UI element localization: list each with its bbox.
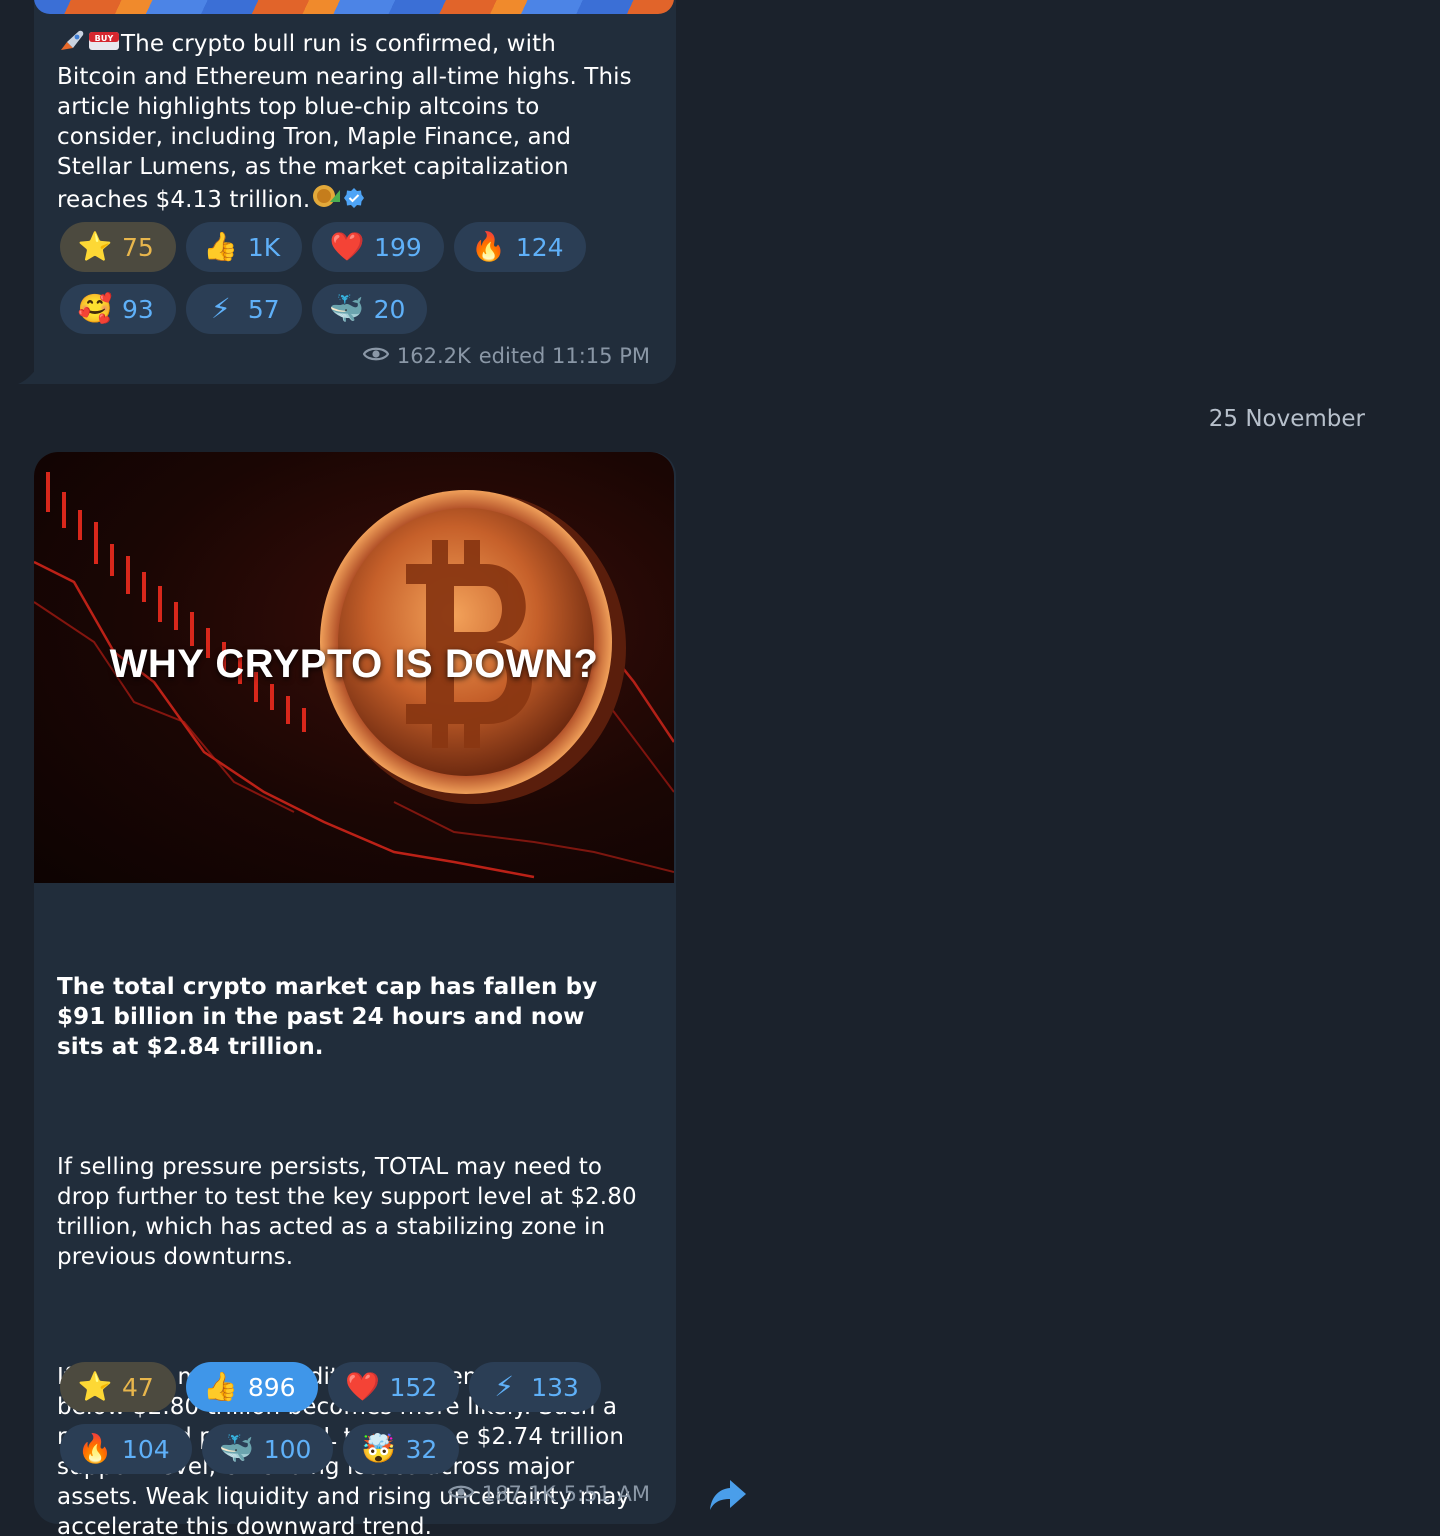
message-bubble-1[interactable]: BUY The crypto bull run is confirmed, wit… <box>34 0 676 384</box>
reactions-row: ⭐ 47 👍 896 ❤️ 152 ⚡ 133 <box>60 1362 660 1412</box>
reaction-star[interactable]: ⭐ 47 <box>60 1362 176 1412</box>
reaction-thumbs-up[interactable]: 👍 896 <box>185 1362 318 1412</box>
eye-icon <box>447 1482 475 1506</box>
rocket-icon <box>57 28 87 62</box>
reaction-count: 896 <box>247 1372 296 1402</box>
reaction-star[interactable]: ⭐ 75 <box>60 222 176 272</box>
reaction-heart[interactable]: ❤️ 199 <box>312 222 444 272</box>
reaction-count: 133 <box>531 1372 579 1402</box>
reaction-count: 124 <box>515 232 564 262</box>
reaction-count: 152 <box>389 1372 438 1402</box>
reaction-lightning[interactable]: ⚡ 133 <box>469 1362 601 1412</box>
star-icon: ⭐ <box>77 230 113 263</box>
date-separator: 25 November <box>1208 406 1365 432</box>
eye-icon <box>362 344 390 368</box>
reaction-smiling-hearts[interactable]: 🥰 93 <box>60 284 176 334</box>
message-bubble-2[interactable]: WHY CRYPTO IS DOWN? The total crypto mar… <box>34 452 676 1536</box>
message-paragraph-1: If selling pressure persists, TOTAL may … <box>57 1154 645 1270</box>
reaction-count: 93 <box>122 294 154 324</box>
reactions-row: ⭐ 75 👍 1K ❤️ 199 🔥 124 <box>60 222 660 272</box>
reaction-count: 20 <box>373 294 406 324</box>
message-meta-1: 162.2K edited 11:15 PM <box>362 344 650 368</box>
message-time: edited 11:15 PM <box>478 344 650 368</box>
heart-icon: ❤️ <box>329 230 365 263</box>
view-count: 162.2K <box>396 344 471 368</box>
reactions-2: ⭐ 47 👍 896 ❤️ 152 ⚡ 133 🔥 104 🐳 100 🤯 32 <box>60 1362 660 1486</box>
reaction-fire[interactable]: 🔥 124 <box>453 222 586 272</box>
reactions-row: 🥰 93 ⚡ 57 🐳 20 <box>60 284 660 334</box>
reaction-count: 32 <box>405 1434 438 1464</box>
whale-icon: 🐳 <box>329 292 365 325</box>
star-icon: ⭐ <box>77 1370 113 1403</box>
verified-badge-icon <box>342 186 366 218</box>
post-image[interactable]: WHY CRYPTO IS DOWN? <box>34 452 674 883</box>
reaction-exploding-head[interactable]: 🤯 32 <box>343 1424 460 1474</box>
heart-icon: ❤️ <box>345 1370 380 1403</box>
reactions-row: 🔥 104 🐳 100 🤯 32 <box>60 1424 660 1474</box>
reaction-count: 75 <box>122 232 154 262</box>
message-time: 5:51 AM <box>563 1482 650 1506</box>
chat-canvas: BUY The crypto bull run is confirmed, wit… <box>0 0 1440 1536</box>
reaction-count: 100 <box>263 1434 312 1464</box>
reaction-count: 104 <box>122 1434 170 1464</box>
image-caption: WHY CRYPTO IS DOWN? <box>109 642 599 686</box>
message-headline: The total crypto market cap has fallen b… <box>57 974 606 1060</box>
thumbs-up-icon: 👍 <box>203 230 239 263</box>
reaction-whale[interactable]: 🐳 100 <box>201 1424 334 1474</box>
reaction-count: 199 <box>374 232 422 262</box>
reaction-heart[interactable]: ❤️ 152 <box>327 1362 460 1412</box>
reaction-count: 47 <box>122 1372 154 1402</box>
smiling-face-with-hearts-icon: 🥰 <box>77 292 113 325</box>
buy-icon: BUY <box>87 28 121 62</box>
post-image-top-strip[interactable] <box>34 0 674 14</box>
thumbs-up-icon: 👍 <box>203 1370 239 1403</box>
fire-icon: 🔥 <box>471 230 507 263</box>
reactions-1: ⭐ 75 👍 1K ❤️ 199 🔥 124 🥰 93 ⚡ 57 🐳 20 <box>60 222 660 346</box>
lightning-icon: ⚡ <box>210 292 231 325</box>
reaction-count: 57 <box>247 294 280 324</box>
forward-arrow-icon <box>710 1480 746 1510</box>
svg-text:BUY: BUY <box>95 34 114 43</box>
forward-button[interactable] <box>706 1472 750 1516</box>
exploding-head-icon: 🤯 <box>361 1432 396 1465</box>
reaction-whale[interactable]: 🐳 20 <box>311 284 428 334</box>
message-meta-2: 187.1K 5:51 AM <box>447 1482 650 1506</box>
tron-coin-icon <box>310 182 342 218</box>
message-text-1: BUY The crypto bull run is confirmed, wit… <box>57 28 637 218</box>
reaction-fire[interactable]: 🔥 104 <box>60 1424 192 1474</box>
view-count: 187.1K <box>481 1482 556 1506</box>
reaction-thumbs-up[interactable]: 👍 1K <box>185 222 303 272</box>
reaction-lightning[interactable]: ⚡ 57 <box>185 284 302 334</box>
reaction-count: 1K <box>247 232 281 262</box>
fire-icon: 🔥 <box>77 1432 113 1465</box>
whale-icon: 🐳 <box>219 1432 255 1465</box>
lightning-icon: ⚡ <box>494 1370 515 1403</box>
